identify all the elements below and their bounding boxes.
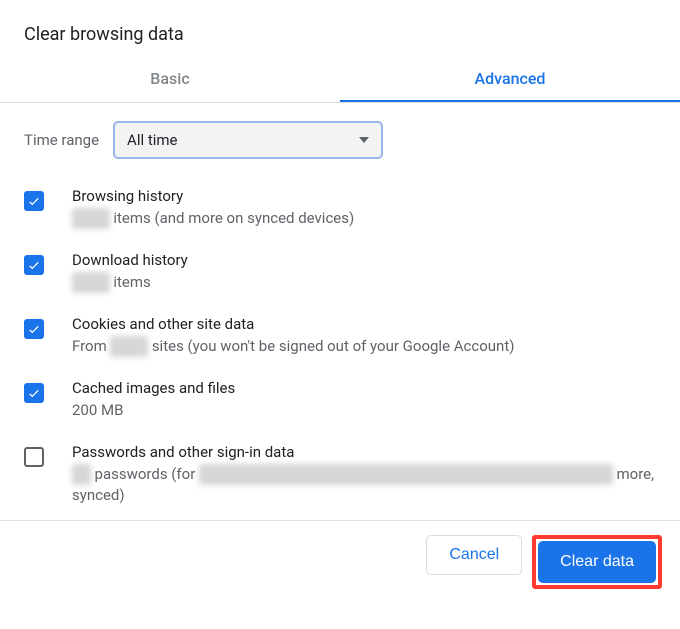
highlight-frame: Clear data (532, 535, 662, 589)
check-icon (27, 194, 41, 208)
dialog-content: Time range All time Browsing history XXX… (0, 103, 680, 506)
option-subtitle: XX passwords (for XXXXXXXXXXXXXXXXXXXXXX… (72, 464, 656, 506)
option-title: Cookies and other site data (72, 315, 656, 333)
option-subtitle: XXXX items (and more on synced devices) (72, 208, 656, 229)
time-range-row: Time range All time (24, 121, 656, 159)
redacted-text: XXXX (110, 336, 148, 357)
option-subtitle: 200 MB (72, 400, 656, 421)
option-browsing-history: Browsing history XXXX items (and more on… (24, 187, 656, 229)
redacted-text: XXXX (72, 208, 110, 229)
checkbox-download-history[interactable] (24, 255, 44, 275)
clear-browsing-data-dialog: Clear browsing data Basic Advanced Time … (0, 0, 680, 603)
option-title: Browsing history (72, 187, 656, 205)
dialog-footer: Cancel Clear data (0, 521, 680, 603)
tab-advanced[interactable]: Advanced (340, 61, 680, 102)
option-text: Cached images and files 200 MB (72, 379, 656, 421)
option-title: Passwords and other sign-in data (72, 443, 656, 461)
checkbox-cached-images[interactable] (24, 383, 44, 403)
option-text: Browsing history XXXX items (and more on… (72, 187, 656, 229)
checkbox-browsing-history[interactable] (24, 191, 44, 211)
tab-basic[interactable]: Basic (0, 61, 340, 102)
redacted-text: XX (72, 464, 91, 485)
redacted-text: XXXX (72, 272, 110, 293)
option-cookies: Cookies and other site data From XXXX si… (24, 315, 656, 357)
time-range-select[interactable]: All time (113, 121, 383, 159)
clear-data-button[interactable]: Clear data (538, 541, 656, 583)
checkbox-cookies[interactable] (24, 319, 44, 339)
check-icon (27, 258, 41, 272)
option-download-history: Download history XXXX items (24, 251, 656, 293)
checkbox-passwords[interactable] (24, 447, 44, 467)
chevron-down-icon (359, 137, 369, 143)
option-title: Cached images and files (72, 379, 656, 397)
check-icon (27, 386, 41, 400)
option-subtitle: From XXXX sites (you won't be signed out… (72, 336, 656, 357)
option-title: Download history (72, 251, 656, 269)
tabs: Basic Advanced (0, 61, 680, 102)
option-text: Download history XXXX items (72, 251, 656, 293)
check-icon (27, 322, 41, 336)
time-range-value: All time (127, 131, 177, 149)
dialog-title: Clear browsing data (0, 0, 680, 61)
option-text: Passwords and other sign-in data XX pass… (72, 443, 656, 506)
option-subtitle: XXXX items (72, 272, 656, 293)
cancel-button[interactable]: Cancel (426, 535, 522, 575)
option-text: Cookies and other site data From XXXX si… (72, 315, 656, 357)
time-range-label: Time range (24, 131, 99, 149)
option-cached-images: Cached images and files 200 MB (24, 379, 656, 421)
option-passwords: Passwords and other sign-in data XX pass… (24, 443, 656, 506)
redacted-text: XXXXXXXXXXXXXXXXXXXXXXXXXXXXXXXXXXXXXXXX… (199, 464, 613, 485)
